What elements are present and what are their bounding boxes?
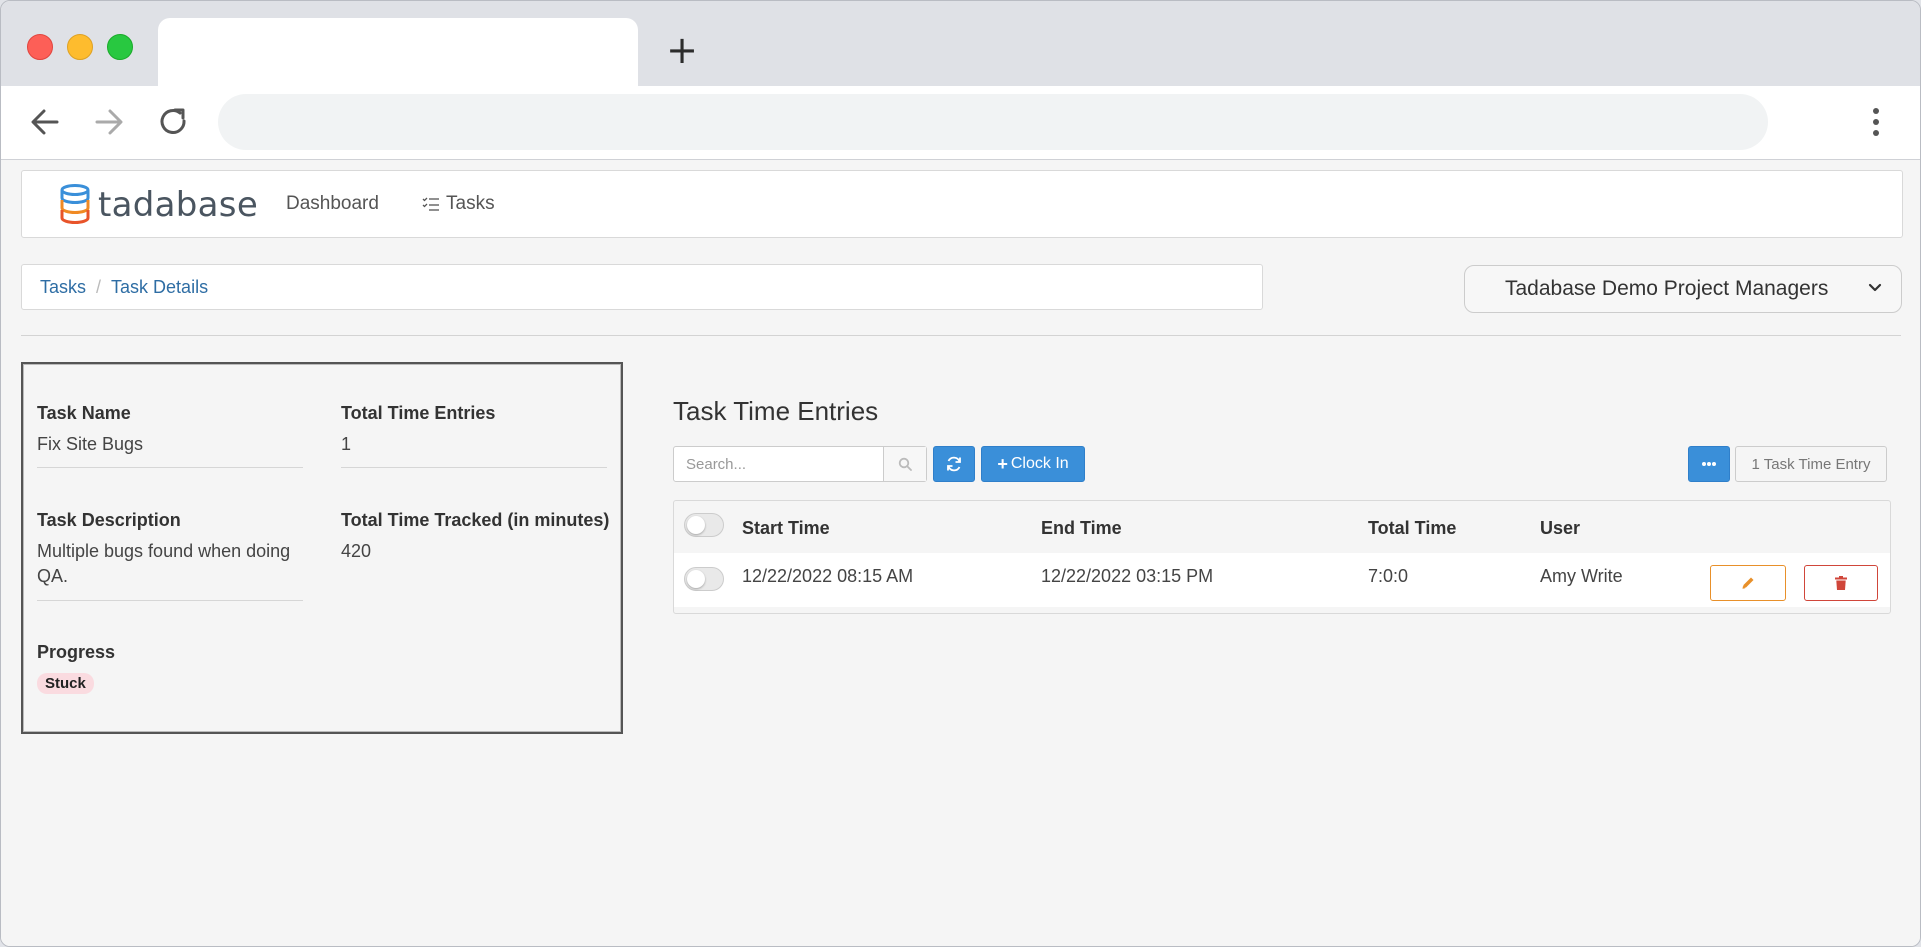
start-time-cell: 12/22/2022 08:15 AM	[742, 566, 914, 586]
breadcrumb-tasks[interactable]: Tasks	[40, 277, 86, 298]
progress-field: Progress Stuck	[37, 640, 307, 694]
more-horizontal-icon	[1702, 462, 1716, 466]
field-divider	[341, 467, 607, 468]
field-label: Total Time Tracked (in minutes)	[341, 510, 610, 530]
breadcrumb-separator: /	[96, 276, 102, 297]
browser-tab[interactable]	[158, 18, 638, 86]
more-vertical-icon	[1873, 108, 1879, 136]
top-navbar: tadabase Dashboard Tasks	[21, 170, 1903, 238]
edit-button[interactable]	[1710, 565, 1786, 601]
divider	[21, 335, 1901, 336]
app-name: tadabase	[98, 185, 259, 225]
maximize-window-button[interactable]	[107, 34, 133, 60]
search-input[interactable]	[674, 447, 898, 481]
role-select-label: Tadabase Demo Project Managers	[1505, 277, 1829, 300]
column-header-user[interactable]: User	[1540, 518, 1580, 539]
nav-item-dashboard[interactable]: Dashboard	[286, 193, 379, 215]
column-header-end-time[interactable]: End Time	[1041, 518, 1122, 539]
reload-button[interactable]	[156, 104, 192, 140]
page-content: tadabase Dashboard Tasks Tasks / Task De…	[1, 160, 1920, 946]
arrow-left-icon	[31, 109, 59, 135]
back-button[interactable]	[27, 104, 63, 140]
chevron-down-icon	[1868, 283, 1882, 292]
role-select[interactable]: Tadabase Demo Project Managers	[1464, 265, 1902, 313]
refresh-icon	[947, 456, 961, 472]
breadcrumb: Tasks / Task Details	[21, 264, 1263, 310]
column-header-total-time[interactable]: Total Time	[1368, 518, 1456, 539]
pencil-icon	[1742, 577, 1754, 589]
clock-in-label: Clock In	[1010, 455, 1069, 472]
refresh-button[interactable]	[933, 446, 975, 482]
close-window-button[interactable]	[27, 34, 53, 60]
field-label: Task Name	[37, 403, 131, 423]
record-count: 1 Task Time Entry	[1735, 446, 1887, 482]
field-value: Fix Site Bugs	[37, 434, 144, 454]
reload-icon	[160, 108, 186, 134]
field-divider	[37, 467, 303, 468]
row-select-toggle[interactable]	[684, 567, 724, 591]
select-all-toggle[interactable]	[684, 513, 724, 537]
search-icon	[898, 457, 912, 471]
nav-item-label: Tasks	[446, 193, 495, 214]
forward-button[interactable]	[91, 104, 127, 140]
tab-strip: +	[1, 1, 1920, 86]
new-tab-button[interactable]: +	[666, 31, 698, 71]
browser-menu-button[interactable]	[1863, 104, 1889, 140]
list-check-icon	[422, 197, 439, 211]
browser-toolbar	[1, 86, 1920, 160]
database-logo-icon	[60, 184, 90, 224]
user-cell: Amy Write	[1540, 566, 1623, 586]
clock-in-button[interactable]: + Clock In	[981, 446, 1085, 482]
task-description-field: Task Description Multiple bugs found whe…	[37, 508, 307, 589]
end-time-cell: 12/22/2022 03:15 PM	[1041, 566, 1214, 586]
field-value: 1	[341, 434, 352, 454]
total-time-cell: 7:0:0	[1368, 566, 1409, 586]
more-options-button[interactable]	[1688, 446, 1730, 482]
column-header-start-time[interactable]: Start Time	[742, 518, 830, 539]
address-bar[interactable]	[218, 94, 1768, 150]
field-divider	[37, 600, 303, 601]
task-name-field: Task Name Fix Site Bugs	[37, 401, 307, 457]
search-box	[673, 446, 927, 482]
field-value: 420	[341, 541, 372, 561]
trash-icon	[1835, 576, 1847, 590]
table-header: Start Time End Time Total Time User	[674, 501, 1890, 551]
nav-item-tasks[interactable]: Tasks	[422, 193, 495, 215]
field-label: Progress	[37, 642, 116, 662]
table-row: 12/22/2022 08:15 AM 12/22/2022 03:15 PM …	[674, 553, 1890, 607]
status-badge: Stuck	[37, 673, 94, 694]
arrow-right-icon	[95, 109, 123, 135]
nav-item-label: Dashboard	[286, 193, 379, 214]
plus-icon: +	[997, 453, 1008, 474]
total-entries-field: Total Time Entries 1	[341, 401, 611, 457]
app-logo[interactable]: tadabase	[58, 183, 258, 227]
time-tracked-field: Total Time Tracked (in minutes) 420	[341, 508, 611, 564]
task-details-panel: Task Name Fix Site Bugs Total Time Entri…	[21, 362, 623, 734]
breadcrumb-task-details[interactable]: Task Details	[111, 277, 208, 298]
minimize-window-button[interactable]	[67, 34, 93, 60]
field-value: Multiple bugs found when doing QA.	[37, 541, 291, 586]
time-entries-table: Start Time End Time Total Time User 12/2…	[673, 500, 1891, 614]
browser-window: + tadabase Dashboard Tasks Tasks / Task …	[0, 0, 1921, 947]
field-label: Total Time Entries	[341, 403, 496, 423]
delete-button[interactable]	[1804, 565, 1878, 601]
field-label: Task Description	[37, 510, 181, 530]
search-button[interactable]	[883, 447, 926, 481]
section-title: Task Time Entries	[673, 396, 879, 426]
